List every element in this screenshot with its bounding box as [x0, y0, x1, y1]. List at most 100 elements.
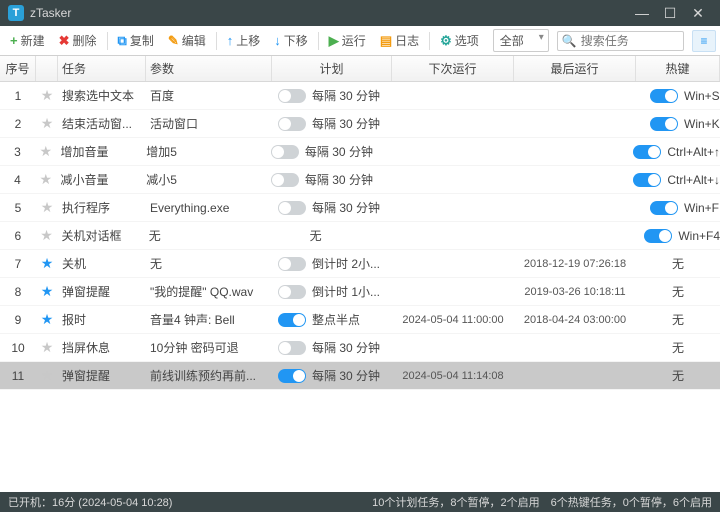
view-toggle-button[interactable]: ≡ — [692, 30, 716, 52]
col-num[interactable]: 序号 — [0, 56, 36, 81]
separator — [429, 32, 430, 50]
star-icon: ★ — [41, 367, 54, 384]
titlebar: T zTasker — ☐ ✕ — [0, 0, 720, 26]
moveup-button[interactable]: ↑上移 — [221, 29, 267, 52]
hotkey-text: Ctrl+Alt+↓ — [667, 173, 720, 187]
plus-icon: + — [10, 33, 18, 48]
plan-toggle[interactable] — [278, 369, 306, 383]
star-icon: ★ — [39, 171, 52, 188]
plan-toggle[interactable] — [278, 257, 306, 271]
table-row[interactable]: 9★报时音量4 钟声: Bell整点半点2024-05-04 11:00:002… — [0, 306, 720, 334]
maximize-button[interactable]: ☐ — [656, 0, 684, 26]
plan-cell: 倒计时 1小... — [272, 283, 392, 300]
hotkey-toggle[interactable] — [650, 117, 678, 131]
hotkey-text: 无 — [672, 255, 684, 272]
plan-toggle[interactable] — [278, 341, 306, 355]
star-cell[interactable]: ★ — [36, 311, 58, 328]
movedown-button[interactable]: ↓下移 — [268, 29, 314, 52]
hotkey-cell: 无 — [636, 311, 720, 328]
plan-toggle[interactable] — [278, 89, 306, 103]
run-button[interactable]: ▶运行 — [323, 29, 372, 52]
table-row[interactable]: 11★弹窗提醒前线训练预约再前...每隔 30 分钟2024-05-04 11:… — [0, 362, 720, 390]
new-button[interactable]: +新建 — [4, 29, 51, 52]
filter-combo[interactable]: 全部 — [493, 29, 549, 52]
close-button[interactable]: ✕ — [684, 0, 712, 26]
log-button[interactable]: ▤日志 — [374, 29, 425, 52]
edit-button[interactable]: ✎编辑 — [162, 29, 212, 52]
col-param[interactable]: 参数 — [146, 56, 272, 81]
star-cell[interactable]: ★ — [36, 115, 58, 132]
search-input[interactable] — [581, 34, 679, 48]
table-row[interactable]: 5★执行程序Everything.exe每隔 30 分钟Win+F — [0, 194, 720, 222]
plan-cell: 每隔 30 分钟 — [265, 143, 382, 160]
star-cell[interactable]: ★ — [36, 227, 58, 244]
star-cell[interactable]: ★ — [36, 339, 58, 356]
last-run: 2019-03-26 10:18:11 — [514, 286, 636, 298]
star-icon: ★ — [41, 87, 54, 104]
plan-text: 整点半点 — [312, 311, 360, 328]
delete-button[interactable]: ✖删除 — [53, 29, 103, 52]
star-icon: ★ — [41, 339, 54, 356]
plan-text: 倒计时 2小... — [312, 255, 380, 272]
hotkey-toggle[interactable] — [633, 145, 661, 159]
star-cell[interactable]: ★ — [35, 171, 56, 188]
star-cell[interactable]: ★ — [36, 255, 58, 272]
plan-text: 每隔 30 分钟 — [312, 115, 380, 132]
row-num: 2 — [0, 117, 36, 131]
up-icon: ↑ — [227, 33, 234, 48]
table-row[interactable]: 10★挡屏休息10分钟 密码可退每隔 30 分钟无 — [0, 334, 720, 362]
row-num: 1 — [0, 89, 36, 103]
task-param: "我的提醒" QQ.wav — [146, 283, 272, 300]
col-plan[interactable]: 计划 — [272, 56, 392, 81]
plan-toggle[interactable] — [278, 285, 306, 299]
col-hot[interactable]: 热键 — [636, 56, 720, 81]
hotkey-cell: 无 — [636, 339, 720, 356]
hotkey-toggle[interactable] — [650, 89, 678, 103]
star-cell[interactable]: ★ — [36, 283, 58, 300]
search-box[interactable]: 🔍 — [557, 31, 684, 51]
table-row[interactable]: 1★搜索选中文本百度每隔 30 分钟Win+S — [0, 82, 720, 110]
col-task[interactable]: 任务 — [58, 56, 146, 81]
plan-text: 倒计时 1小... — [312, 283, 380, 300]
plan-cell: 每隔 30 分钟 — [272, 367, 392, 384]
plan-toggle[interactable] — [271, 145, 299, 159]
delete-icon: ✖ — [59, 33, 70, 49]
plan-text: 每隔 30 分钟 — [312, 367, 380, 384]
table-row[interactable]: 6★关机对话框无无Win+F4 — [0, 222, 720, 250]
options-button[interactable]: ⚙选项 — [434, 29, 485, 52]
plan-toggle[interactable] — [278, 313, 306, 327]
table-row[interactable]: 7★关机无倒计时 2小...2018-12-19 07:26:18无 — [0, 250, 720, 278]
hotkey-cell: Win+S — [636, 89, 720, 103]
star-icon: ★ — [41, 255, 54, 272]
hotkey-toggle[interactable] — [644, 229, 672, 243]
table-row[interactable]: 8★弹窗提醒"我的提醒" QQ.wav倒计时 1小...2019-03-26 1… — [0, 278, 720, 306]
row-num: 4 — [0, 173, 35, 187]
separator — [107, 32, 108, 50]
task-name: 执行程序 — [58, 199, 146, 216]
plan-toggle[interactable] — [271, 173, 299, 187]
col-last[interactable]: 最后运行 — [514, 56, 636, 81]
task-list: 1★搜索选中文本百度每隔 30 分钟Win+S2★结束活动窗...活动窗口每隔 … — [0, 82, 720, 496]
table-row[interactable]: 2★结束活动窗...活动窗口每隔 30 分钟Win+K — [0, 110, 720, 138]
toolbar: +新建 ✖删除 ⧉复制 ✎编辑 ↑上移 ↓下移 ▶运行 ▤日志 ⚙选项 全部 🔍… — [0, 26, 720, 56]
col-next[interactable]: 下次运行 — [392, 56, 514, 81]
plan-toggle[interactable] — [278, 117, 306, 131]
hotkey-toggle[interactable] — [650, 201, 678, 215]
star-cell[interactable]: ★ — [36, 367, 58, 384]
minimize-button[interactable]: — — [628, 0, 656, 26]
star-cell[interactable]: ★ — [36, 87, 58, 104]
task-param: 无 — [146, 255, 272, 272]
col-star[interactable] — [36, 56, 58, 81]
hotkey-toggle[interactable] — [633, 173, 661, 187]
row-num: 11 — [0, 369, 36, 383]
table-row[interactable]: 4★减小音量减小5每隔 30 分钟Ctrl+Alt+↓ — [0, 166, 720, 194]
plan-toggle[interactable] — [278, 201, 306, 215]
copy-button[interactable]: ⧉复制 — [112, 29, 160, 52]
table-row[interactable]: 3★增加音量增加5每隔 30 分钟Ctrl+Alt+↑ — [0, 138, 720, 166]
star-cell[interactable]: ★ — [36, 199, 58, 216]
star-cell[interactable]: ★ — [35, 143, 56, 160]
status-left: 已开机：16分 (2024-05-04 10:28) — [8, 494, 172, 510]
row-num: 6 — [0, 229, 36, 243]
star-icon: ★ — [41, 115, 54, 132]
task-name: 弹窗提醒 — [58, 367, 146, 384]
